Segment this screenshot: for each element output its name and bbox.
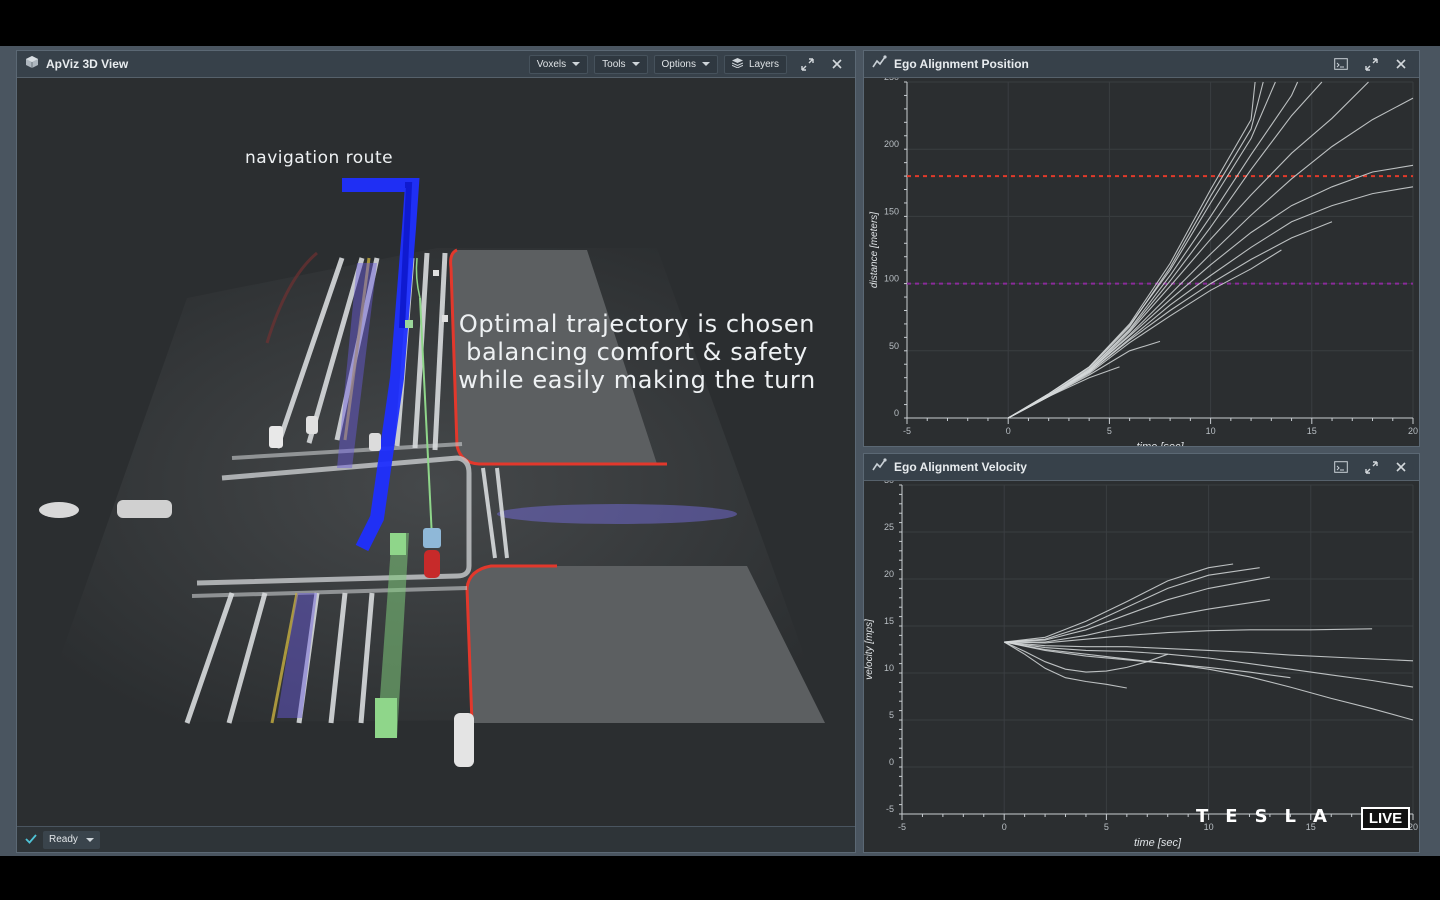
apviz-3d-view-panel: ApViz 3D View Voxels Tools Options Layer… [16,50,856,853]
logo-letter: E [1225,806,1239,827]
console-icon [1334,58,1348,70]
close-button[interactable] [827,55,847,73]
y-tick-label: -5 [886,804,894,814]
panel-title: ApViz 3D View [46,57,129,71]
chevron-down-icon [701,62,710,66]
ego-vehicle-marker [423,528,441,548]
vehicle [369,433,381,451]
y-tick-label: 10 [884,663,894,673]
chart-background [864,481,1419,852]
maximize-button[interactable] [1361,458,1381,476]
caption-line: while easily making the turn [458,366,816,394]
vehicle [306,416,318,434]
caption-line: Optimal trajectory is chosen [458,310,816,338]
ego-alignment-velocity-panel: Ego Alignment Velocity -5 0 5 10 15 20 -5 0 5 10 1… [863,453,1420,853]
console-icon [1334,461,1348,473]
x-tick-label: 0 [1002,822,1007,832]
panel-header: ApViz 3D View Voxels Tools Options Layer… [17,51,855,78]
voxels-dropdown[interactable]: Voxels [528,54,589,74]
logo-letter: S [1254,806,1269,827]
y-tick-label: 200 [884,139,899,149]
panel-header: Ego Alignment Position [864,51,1419,78]
y-tick-label: 100 [884,274,899,284]
y-tick-label: 150 [884,206,899,216]
live-badge: LIVE [1361,807,1410,830]
x-tick-label: 20 [1408,426,1418,436]
caption-line: balancing comfort & safety [466,338,808,366]
cube-icon [25,55,39,74]
logo-letter: L [1284,806,1298,827]
navigation-route-label: navigation route [245,148,394,168]
console-button[interactable] [1331,458,1351,476]
vehicle [269,426,283,448]
y-tick-label: 20 [884,569,894,579]
y-axis-label: velocity [mps] [864,619,875,680]
chevron-down-icon [572,62,581,66]
vehicle [454,713,474,767]
chevron-down-icon [631,62,640,66]
options-label: Options [661,58,696,70]
options-dropdown[interactable]: Options [653,54,718,74]
x-axis-label: time [sec] [1134,837,1182,849]
tools-label: Tools [602,58,626,70]
maximize-icon [1364,57,1378,71]
checkmark-icon [25,831,37,849]
maximize-button[interactable] [1361,55,1381,73]
x-axis-label: time [sec] [1136,441,1184,446]
y-tick-label: 0 [894,408,899,418]
x-tick-label: -5 [898,822,906,832]
panel-title: Ego Alignment Velocity [894,460,1027,474]
panel-title: Ego Alignment Position [894,57,1029,71]
maximize-icon [1364,460,1378,474]
tools-dropdown[interactable]: Tools [594,54,648,74]
layers-button[interactable]: Layers [723,54,787,74]
ego-alignment-position-panel: Ego Alignment Position -5 0 5 10 15 20 0 50 100 1… [863,50,1420,447]
x-tick-label: 0 [1006,426,1011,436]
x-tick-label: 15 [1307,426,1317,436]
status-label: Ready [49,834,78,845]
y-tick-label: 50 [889,341,899,351]
close-icon [1396,462,1406,472]
3d-scene-viewport[interactable]: navigation route Optimal trajectory is c… [17,78,855,827]
close-button[interactable] [1391,55,1411,73]
y-tick-label: 0 [889,757,894,767]
y-tick-label: 250 [884,78,899,82]
tesla-logo: T E S L A [1196,806,1328,827]
x-tick-label: -5 [903,426,911,436]
x-tick-label: 10 [1206,426,1216,436]
console-button[interactable] [1331,55,1351,73]
close-icon [1396,59,1406,69]
logo-letter: A [1313,806,1328,827]
voxels-label: Voxels [536,58,567,70]
vehicle [117,500,172,518]
panel-header: Ego Alignment Velocity [864,454,1419,481]
logo-letter: T [1196,806,1210,827]
chart-background [864,78,1419,446]
y-tick-label: 25 [884,522,894,532]
ego-vehicle [424,550,440,578]
x-tick-label: 5 [1107,426,1112,436]
position-chart[interactable]: -505101520050100150200250time [sec]dista… [864,78,1419,446]
velocity-chart[interactable]: -505101520-5051015202530time [sec]veloci… [864,481,1419,852]
chart-icon [872,55,887,73]
y-tick-label: 5 [889,710,894,720]
road-scene [17,78,855,827]
vehicle [39,502,79,518]
maximize-button[interactable] [797,55,817,73]
status-dropdown[interactable]: Ready [43,830,100,849]
y-axis-label: distance [meters] [869,212,880,288]
layers-label: Layers [748,58,779,70]
chevron-down-icon [85,837,94,842]
maximize-icon [800,57,814,71]
x-tick-label: 5 [1104,822,1109,832]
layers-icon [731,57,744,71]
chart-icon [872,458,887,476]
trajectory-caption: Optimal trajectory is chosen balancing c… [457,310,817,394]
y-tick-label: 15 [884,616,894,626]
y-tick-label: 30 [884,481,894,485]
close-icon [832,59,842,69]
status-bar: Ready [17,826,855,852]
close-button[interactable] [1391,458,1411,476]
